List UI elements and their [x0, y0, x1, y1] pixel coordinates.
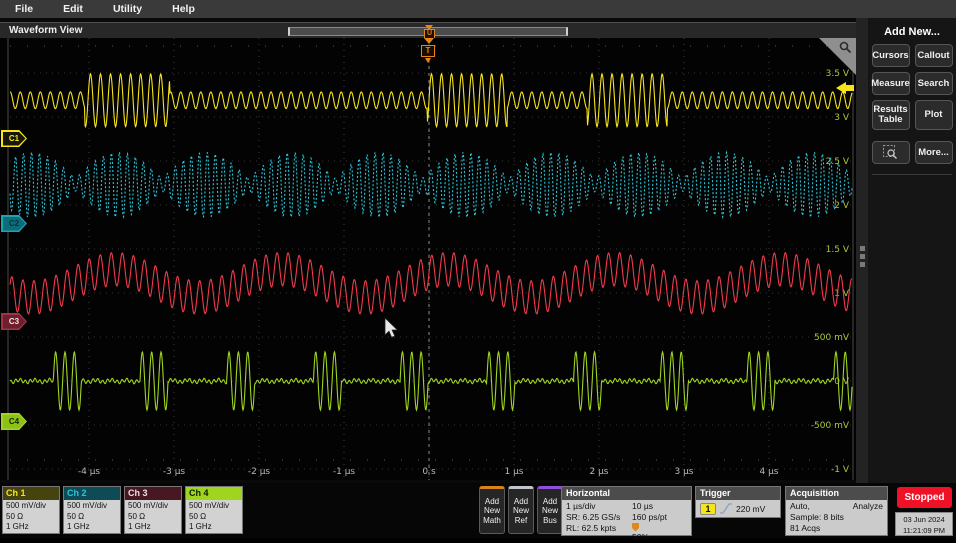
channel-3-impedance: 50 Ω: [128, 512, 181, 523]
add-new-ref-button[interactable]: Add New Ref: [508, 486, 534, 534]
more-button[interactable]: More...: [915, 141, 953, 164]
search-button[interactable]: Search: [915, 72, 953, 95]
acquisition-sample: Sample: 8 bits: [790, 512, 883, 523]
waveform-view-header: Waveform View U: [0, 22, 856, 38]
add-new-panel: Add New... Cursors Callout Measure Searc…: [868, 18, 956, 483]
sample-rate: SR: 6.25 GS/s: [566, 512, 632, 523]
y-tick-label: 1.5 V: [826, 245, 850, 255]
channel-1-label: Ch 1: [3, 487, 59, 500]
zoom-overlay-button[interactable]: [872, 141, 910, 164]
horizontal-panel[interactable]: Horizontal 1 µs/div 10 µs SR: 6.25 GS/s …: [561, 486, 692, 536]
y-tick-label: 500 mV: [814, 333, 850, 343]
channel-4-badge-label: C4: [3, 415, 26, 429]
mouse-cursor: [385, 318, 398, 337]
y-tick-label: 3 V: [834, 113, 850, 123]
channel-3-panel[interactable]: Ch 3 500 mV/div 50 Ω 1 GHz: [124, 486, 182, 534]
acquisition-panel-title: Acquisition: [786, 487, 887, 500]
ch2-waveform: [10, 152, 852, 217]
plot-button[interactable]: Plot: [915, 100, 953, 130]
channel-4-bandwidth: 1 GHz: [189, 522, 242, 533]
acquisition-panel[interactable]: Acquisition Auto, Analyze Sample: 8 bits…: [785, 486, 888, 536]
channel-1-bandwidth: 1 GHz: [6, 522, 59, 533]
channel-3-bandwidth: 1 GHz: [128, 522, 181, 533]
menu-file[interactable]: File: [0, 3, 48, 15]
y-tick-label: -1 V: [831, 465, 850, 475]
menu-edit[interactable]: Edit: [48, 3, 98, 15]
horizontal-position: 50%: [632, 523, 690, 543]
x-tick-label: 3 µs: [674, 467, 693, 477]
trigger-arrow-tail-icon: [425, 58, 431, 63]
channel-2-scale: 500 mV/div: [67, 501, 120, 512]
splitter-grip[interactable]: [856, 18, 868, 267]
channel-4-impedance: 50 Ω: [189, 512, 242, 523]
menu-bar: File Edit Utility Help: [0, 0, 956, 18]
position-flag-icon: [632, 523, 640, 532]
results-table-button[interactable]: Results Table: [872, 100, 910, 130]
bottom-status-bar: Ch 1 500 mV/div 50 Ω 1 GHz Ch 2 500 mV/d…: [0, 483, 956, 538]
run-stop-button[interactable]: Stopped: [897, 487, 952, 508]
trigger-position-flag[interactable]: T: [421, 38, 437, 70]
sample-resolution: 160 ps/pt: [632, 512, 690, 523]
channel-2-bandwidth: 1 GHz: [67, 522, 120, 533]
magnifier-icon: [837, 39, 854, 56]
channel-1-panel[interactable]: Ch 1 500 mV/div 50 Ω 1 GHz: [2, 486, 60, 534]
trigger-source-badge: 1: [700, 503, 716, 515]
channel-2-panel[interactable]: Ch 2 500 mV/div 50 Ω 1 GHz: [63, 486, 121, 534]
channel-3-scale: 500 mV/div: [128, 501, 181, 512]
ch3-waveform: [10, 253, 852, 314]
ch1-waveform: [10, 74, 852, 127]
time: 11:21:09 PM: [896, 525, 952, 536]
scope-plot: -4 µs-3 µs-2 µs-1 µs0 s1 µs2 µs3 µs4 µs3…: [0, 38, 856, 480]
graticule[interactable]: -4 µs-3 µs-2 µs-1 µs0 s1 µs2 µs3 µs4 µs3…: [0, 38, 856, 480]
callout-button[interactable]: Callout: [915, 44, 953, 67]
trigger-level-arrow-icon: [836, 82, 854, 94]
rising-edge-icon: [720, 502, 732, 515]
panel-divider: [872, 174, 952, 175]
zoom-overlay-icon: [882, 144, 899, 161]
channel-4-panel[interactable]: Ch 4 500 mV/div 50 Ω 1 GHz: [185, 486, 243, 534]
menu-help[interactable]: Help: [157, 3, 210, 15]
date: 03 Jun 2024: [896, 514, 952, 525]
waveform-view: Waveform View U -4 µs-3 µs-2 µs-1 µs0 s1…: [0, 18, 856, 483]
x-tick-label: -4 µs: [78, 467, 101, 477]
channel-4-scale: 500 mV/div: [189, 501, 242, 512]
channel-4-label: Ch 4: [186, 487, 242, 500]
y-tick-label: 3.5 V: [826, 69, 850, 79]
horizontal-scale: 1 µs/div: [566, 501, 632, 512]
channel-1-badge-label: C1: [3, 132, 26, 146]
channel-3-label: Ch 3: [125, 487, 181, 500]
channel-1-scale: 500 mV/div: [6, 501, 59, 512]
x-tick-label: 4 µs: [759, 467, 778, 477]
horizontal-panel-title: Horizontal: [562, 487, 691, 500]
channel-2-impedance: 50 Ω: [67, 512, 120, 523]
trigger-panel[interactable]: Trigger 1 220 mV: [695, 486, 781, 518]
add-new-math-button[interactable]: Add New Math: [479, 486, 505, 534]
add-new-bus-button[interactable]: Add New Bus: [537, 486, 563, 534]
acquisition-mode: Auto,: [790, 501, 810, 512]
cursors-button[interactable]: Cursors: [872, 44, 910, 67]
measure-button[interactable]: Measure: [872, 72, 910, 95]
menu-utility[interactable]: Utility: [98, 3, 157, 15]
waveform-view-tab[interactable]: Waveform View: [9, 25, 82, 36]
trigger-level: 220 mV: [736, 504, 765, 514]
acquisition-analyze: Analyze: [853, 501, 883, 512]
channel-2-badge-label: C2: [3, 217, 26, 231]
acquisition-count: 81 Acqs: [790, 523, 883, 534]
y-tick-label: -500 mV: [811, 421, 850, 431]
trigger-flag-label: T: [421, 45, 435, 57]
trigger-arrow-icon: [424, 38, 434, 44]
record-length: RL: 62.5 kpts: [566, 523, 632, 543]
panel-splitter[interactable]: [856, 18, 868, 483]
horizontal-duration: 10 µs: [632, 501, 690, 512]
channel-2-label: Ch 2: [64, 487, 120, 500]
datetime-display: 03 Jun 2024 11:21:09 PM: [895, 512, 953, 536]
x-tick-label: -2 µs: [248, 467, 271, 477]
channel-1-impedance: 50 Ω: [6, 512, 59, 523]
channel-3-badge-label: C3: [3, 315, 26, 329]
add-new-title: Add New...: [868, 18, 956, 44]
trigger-panel-title: Trigger: [696, 487, 780, 500]
